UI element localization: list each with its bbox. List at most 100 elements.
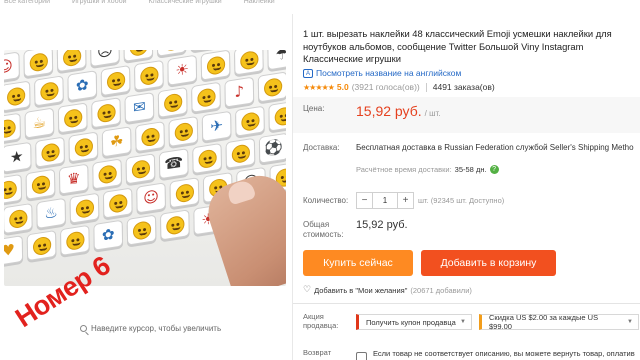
smiley-icon	[140, 126, 160, 147]
smiley-icon	[139, 65, 159, 86]
smiley-icon	[197, 148, 217, 169]
smiley-icon	[175, 182, 194, 204]
emoji-key	[60, 224, 90, 256]
total-label: Общая стоимость:	[303, 220, 344, 239]
delivery-time: Расчётное время доставки: 35-58 дн. ?	[356, 165, 499, 174]
translate-icon: A	[303, 68, 313, 78]
smiley-icon	[62, 50, 81, 67]
emoji-key	[123, 50, 154, 62]
product-image[interactable]: ☺☹♥✿☀☂☕✉♪★☘✈♛☎⚽♨☺☹♥✿☀	[4, 50, 286, 286]
zoom-hint: Наведите курсор, чтобы увеличить	[80, 324, 221, 333]
quantity-input[interactable]: 1	[372, 193, 398, 208]
emoji-key: ☕	[24, 107, 55, 139]
breadcrumb: Все категории Игрушки и хобби Классическ…	[0, 0, 640, 6]
smiley-icon	[8, 208, 28, 229]
emoji-key	[135, 121, 165, 153]
quantity-increase-button[interactable]: +	[398, 193, 413, 208]
add-to-cart-button[interactable]: Добавить в корзину	[421, 250, 556, 276]
breadcrumb-item[interactable]: Классические игрушки	[149, 0, 222, 6]
delivery-time-value: 35-58 дн.	[454, 165, 487, 174]
rating-score: 5.0	[336, 82, 349, 92]
emoji-key	[68, 131, 99, 163]
emoji-key	[200, 50, 231, 81]
emoji-key: ☺	[4, 51, 20, 83]
emoji-key	[25, 168, 56, 200]
emoji-key: ♪	[224, 76, 255, 108]
emoji-key	[134, 59, 164, 91]
breadcrumb-item[interactable]: Наклейки	[244, 0, 275, 6]
smiley-icon	[263, 76, 282, 98]
wishlist-text: Добавить в "Мои желания"	[314, 285, 408, 295]
emoji-key	[225, 137, 256, 169]
smiley-icon	[4, 117, 16, 139]
emoji-key: ✈	[201, 110, 232, 142]
delivery-method-link[interactable]: Бесплатная доставка в Russian Federation…	[356, 142, 634, 153]
emoji-key	[4, 202, 33, 235]
zoom-hint-text: Наведите курсор, чтобы увеличить	[91, 324, 222, 333]
divider	[293, 303, 640, 304]
chevron-down-icon: ▼	[627, 319, 633, 325]
rating-votes-link[interactable]: (3921 голоса(ов))	[352, 82, 420, 92]
smiley-icon	[29, 51, 48, 73]
smiley-icon	[4, 179, 17, 200]
smiley-icon	[39, 80, 59, 102]
smiley-icon	[63, 107, 82, 129]
wishlist-count: (20671 добавили)	[410, 285, 472, 295]
smiley-icon	[97, 163, 117, 185]
emoji-key: ✉	[124, 91, 155, 124]
price-value: 15,92 руб.	[356, 103, 422, 119]
smiley-icon	[240, 110, 260, 132]
wishlist-link[interactable]: ♡ Добавить в "Мои желания" (20671 добави…	[303, 285, 472, 295]
product-gallery: ☺☹♥✿☀☂☕✉♪★☘✈♛☎⚽♨☺☹♥✿☀ Номер 6 Наведите к…	[0, 14, 292, 360]
smiley-icon	[162, 50, 181, 52]
emoji-key	[4, 80, 31, 112]
smiley-icon	[206, 54, 225, 76]
smiley-icon	[32, 235, 51, 256]
breadcrumb-item[interactable]: Все категории	[4, 0, 50, 6]
quantity-stepper: − 1 +	[356, 192, 414, 209]
smiley-icon	[196, 86, 216, 108]
emoji-key	[100, 64, 131, 97]
smiley-icon	[65, 230, 85, 251]
seller-coupon-label: Получить купон продавца	[366, 317, 456, 327]
emoji-key	[92, 158, 123, 190]
rating-row: ★★★★★ 5.0 (3921 голоса(ов)) 4491 заказа(…	[303, 82, 495, 92]
heart-icon: ♡	[303, 285, 312, 295]
seller-coupon-dropdown[interactable]: Получить купон продавца ▼	[356, 314, 472, 330]
delivery-label: Доставка:	[303, 143, 340, 152]
emoji-key	[26, 229, 57, 262]
translate-title-link[interactable]: A Посмотреть название на английском	[303, 68, 461, 78]
buy-now-button[interactable]: Купить сейчас	[303, 250, 413, 276]
smiley-icon	[96, 102, 116, 124]
emoji-key	[34, 75, 64, 107]
help-icon[interactable]: ?	[489, 165, 499, 174]
emoji-key	[56, 50, 87, 73]
smiley-icon	[75, 197, 94, 219]
returns-text: Если товар не соответствует описанию, вы…	[373, 349, 635, 360]
quantity-available: шт. (92345 шт. Доступно)	[418, 196, 505, 205]
emoji-key: ★	[4, 141, 32, 173]
smiley-icon	[239, 50, 259, 71]
emoji-key: ♥	[4, 235, 24, 267]
emoji-key	[157, 86, 188, 119]
quantity-decrease-button[interactable]: −	[357, 193, 372, 208]
divider	[425, 82, 427, 92]
emoji-key: ♛	[58, 163, 89, 195]
emoji-key: ♨	[36, 197, 67, 229]
emoji-key	[91, 97, 121, 129]
emoji-key	[126, 214, 157, 246]
emoji-key	[235, 105, 265, 137]
discount-label: Скидка US $2.00 за каждые US $99.00	[489, 313, 599, 331]
discount-dropdown[interactable]: Скидка US $2.00 за каждые US $99.00 ▼	[479, 313, 639, 331]
emoji-key	[125, 153, 156, 185]
quantity-row: − 1 + шт. (92345 шт. Доступно)	[356, 192, 504, 209]
emoji-key	[57, 102, 88, 134]
emoji-key: ✿	[67, 70, 98, 102]
emoji-key	[35, 136, 65, 168]
breadcrumb-item[interactable]: Игрушки и хобби	[72, 0, 127, 6]
chevron-down-icon: ▼	[460, 319, 466, 325]
emoji-key	[4, 112, 21, 144]
emoji-key: ☎	[158, 148, 189, 180]
smiley-icon	[274, 105, 286, 127]
price-label: Цена:	[303, 104, 325, 113]
